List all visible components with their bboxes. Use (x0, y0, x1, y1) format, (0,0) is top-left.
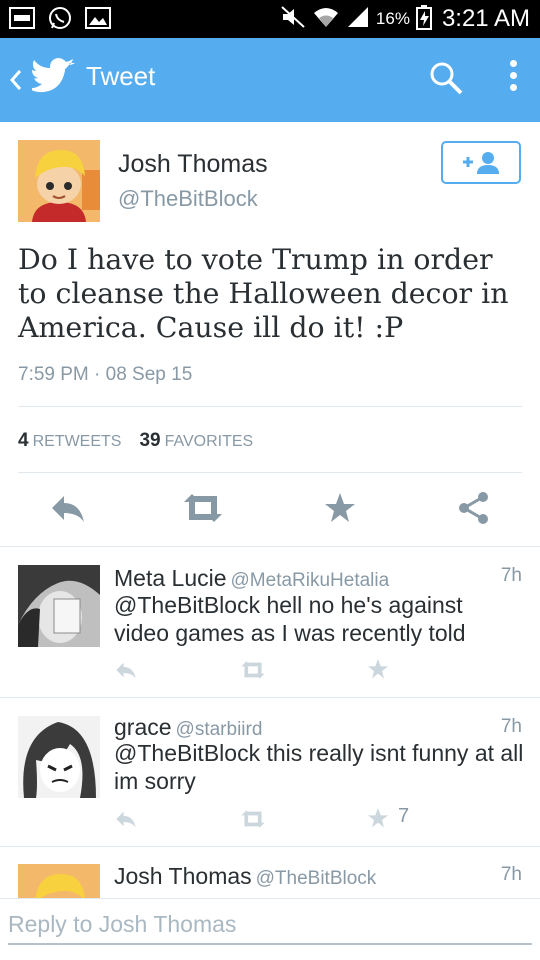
notification-icons (8, 5, 112, 31)
retweets-label[interactable]: RETWEETS (33, 433, 122, 450)
search-icon[interactable] (428, 60, 464, 100)
back-icon[interactable] (6, 62, 26, 98)
reply-icon[interactable] (48, 490, 88, 530)
reply-composer (0, 898, 540, 960)
voicemail-icon (8, 5, 36, 31)
reply-age: 7h (500, 864, 522, 885)
tweet-text: Do I have to vote Trump in order to clea… (18, 243, 509, 344)
reply-text: @TheBitBlock this really isnt funny at a… (114, 740, 524, 794)
reply-author-name[interactable]: Josh Thomas (114, 863, 252, 889)
reply-text: @TheBitBlock hell no he's against video … (114, 592, 466, 646)
overflow-menu-icon[interactable] (502, 60, 524, 100)
follow-button[interactable] (441, 141, 521, 184)
favorite-icon[interactable] (322, 490, 358, 530)
reply-author-name[interactable]: grace (114, 714, 172, 740)
reply-header: grace @starbiird (114, 714, 262, 741)
favorite-count: 7 (398, 805, 410, 827)
divider (0, 546, 540, 547)
reply-author-name[interactable]: Meta Lucie (114, 565, 227, 591)
author-handle[interactable]: @TheBitBlock (118, 186, 258, 212)
retweet-icon[interactable] (240, 659, 266, 685)
reply-icon[interactable] (114, 659, 138, 685)
reply-author-handle[interactable]: @MetaRikuHetalia (231, 570, 390, 591)
divider (18, 472, 522, 473)
retweet-icon[interactable] (240, 808, 266, 834)
whatsapp-icon (46, 5, 74, 31)
reply-author-handle[interactable]: @TheBitBlock (256, 868, 377, 889)
author-name[interactable]: Josh Thomas (118, 150, 268, 179)
divider (18, 406, 522, 407)
tweet-stats: 4 RETWEETS 39 FAVORITES (18, 430, 253, 452)
avatar[interactable] (18, 140, 100, 222)
mute-icon (280, 5, 306, 33)
favorite-icon[interactable] (366, 806, 390, 834)
reply-age: 7h (500, 716, 522, 737)
clock: 3:21 AM (441, 5, 530, 32)
status-bar: 16% 3:21 AM (0, 0, 540, 38)
reply-age: 7h (500, 565, 522, 586)
avatar[interactable] (18, 565, 100, 647)
wifi-icon (312, 5, 340, 33)
divider (0, 846, 540, 847)
battery-percent: 16% (375, 9, 410, 28)
signal-icon (346, 5, 370, 33)
tweet-timestamp: 7:59 PM · 08 Sep 15 (18, 364, 193, 385)
avatar[interactable] (18, 864, 100, 898)
battery-icon (415, 4, 432, 34)
favorite-icon[interactable] (366, 657, 390, 685)
reply-header: Josh Thomas @TheBitBlock (114, 863, 376, 890)
divider (0, 697, 540, 698)
retweet-icon[interactable] (182, 490, 224, 530)
share-icon[interactable] (456, 490, 492, 530)
twitter-bird-icon[interactable] (28, 58, 76, 100)
reply-author-handle[interactable]: @starbiird (176, 719, 263, 740)
gallery-icon (84, 5, 112, 31)
follow-user-icon (463, 152, 499, 174)
reply-input[interactable] (8, 905, 532, 945)
reply-icon[interactable] (114, 808, 138, 834)
favorites-count[interactable]: 39 (139, 430, 160, 451)
reply-header: Meta Lucie @MetaRikuHetalia (114, 565, 389, 592)
page-title: Tweet (86, 61, 156, 91)
retweets-count[interactable]: 4 (18, 430, 29, 451)
favorites-label[interactable]: FAVORITES (165, 433, 254, 450)
app-bar: Tweet (0, 38, 540, 122)
system-indicators: 16% 3:21 AM (280, 0, 530, 38)
avatar[interactable] (18, 716, 100, 798)
